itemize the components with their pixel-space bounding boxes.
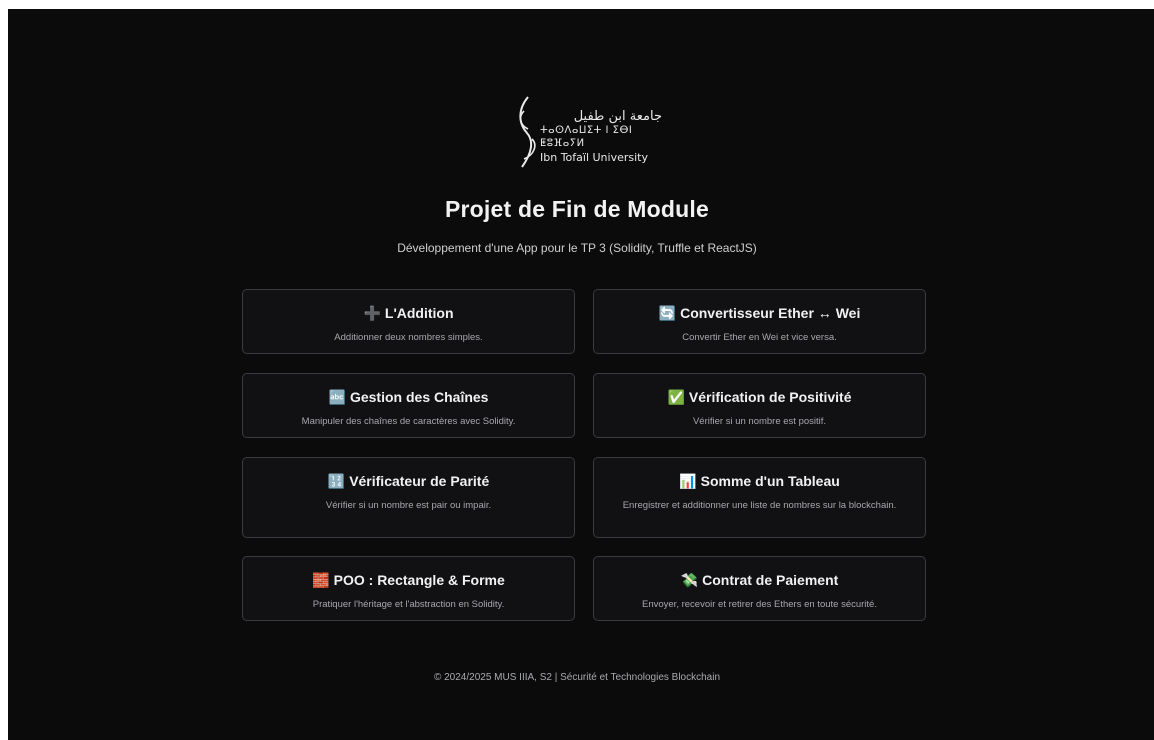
- card-title: 🔄 Convertisseur Ether ↔ Wei: [658, 305, 861, 322]
- card-description: Envoyer, recevoir et retirer des Ethers …: [642, 599, 877, 610]
- page-title: Projet de Fin de Module: [444, 196, 709, 222]
- card-array-sum[interactable]: 📊 Somme d'un Tableau Enregistrer et addit…: [593, 457, 926, 538]
- logo-tifinagh-name: ⵜⴰⵙⴷⴰⵡⵉⵜ ⵏ ⵉⴱⵏ ⵟⵓⴼⴰⵢⵍ: [540, 125, 633, 149]
- card-title: ✅ Vérification de Positivité: [667, 389, 852, 406]
- bricks-icon: 🧱: [312, 573, 330, 589]
- card-title: 🔤 Gestion des Chaînes: [328, 389, 489, 406]
- page-subtitle: Développement d'une App pour le TP 3 (So…: [397, 241, 757, 255]
- card-addition[interactable]: ➕ L'Addition Additionner deux nombres sim…: [242, 289, 575, 354]
- card-description: Vérifier si un nombre est pair ou impair…: [325, 500, 492, 511]
- card-title: 🔢 Vérificateur de Parité: [327, 473, 490, 490]
- logo-arabic-name: جامعة ابن طفيل: [573, 109, 662, 124]
- card-title: ➕ L'Addition: [363, 305, 454, 322]
- card-parity-checker[interactable]: 🔢 Vérificateur de Parité Vérifier si un n…: [242, 457, 575, 538]
- card-title: 📊 Somme d'un Tableau: [679, 473, 840, 490]
- card-positivity-check[interactable]: ✅ Vérification de Positivité Vérifier si …: [593, 373, 926, 438]
- card-ether-wei-converter[interactable]: 🔄 Convertisseur Ether ↔ Wei Convertir Eth…: [593, 289, 926, 354]
- numbers-icon: 🔢: [327, 474, 346, 490]
- university-emblem-icon: [519, 96, 536, 168]
- card-oop-rectangle-shape[interactable]: 🧱 POO : Rectangle & Forme Pratiquer l'hér…: [242, 556, 575, 621]
- card-title: 🧱 POO : Rectangle & Forme: [312, 572, 505, 589]
- card-description: Additionner deux nombres simples.: [334, 332, 483, 343]
- footer-copyright: © 2024/2025 MUS IIIA, S2 | Sécurité et T…: [433, 672, 721, 683]
- card-description: Manipuler des chaînes de caractères avec…: [301, 416, 516, 427]
- plus-icon: ➕: [363, 306, 381, 322]
- card-description: Convertir Ether en Wei et vice versa.: [682, 332, 837, 343]
- card-title: 💸 Contrat de Paiement: [680, 572, 839, 589]
- card-description: Enregistrer et additionner une liste de …: [622, 500, 897, 511]
- card-payment-contract[interactable]: 💸 Contrat de Paiement Envoyer, recevoir e…: [593, 556, 926, 621]
- bar-chart-icon: 📊: [679, 474, 697, 490]
- card-description: Vérifier si un nombre est positif.: [692, 416, 827, 427]
- refresh-icon: 🔄: [658, 306, 677, 322]
- logo-english-name: Ibn Tofaïl University: [540, 151, 648, 164]
- card-description: Pratiquer l'héritage et l'abstraction en…: [312, 599, 505, 610]
- checkmark-icon: ✅: [667, 390, 685, 406]
- university-logo: جامعة ابن طفيل ⵜⴰⵙⴷⴰⵡⵉⵜ ⵏ ⵉⴱⵏ ⵟⵓⴼⴰⵢⵍ Ibn…: [512, 95, 662, 175]
- logo-text: جامعة ابن طفيل ⵜⴰⵙⴷⴰⵡⵉⵜ ⵏ ⵉⴱⵏ ⵟⵓⴼⴰⵢⵍ Ibn…: [540, 109, 662, 165]
- abc-icon: 🔤: [328, 390, 346, 406]
- money-icon: 💸: [680, 573, 699, 589]
- card-string-management[interactable]: 🔤 Gestion des Chaînes Manipuler des chaîn…: [242, 373, 575, 438]
